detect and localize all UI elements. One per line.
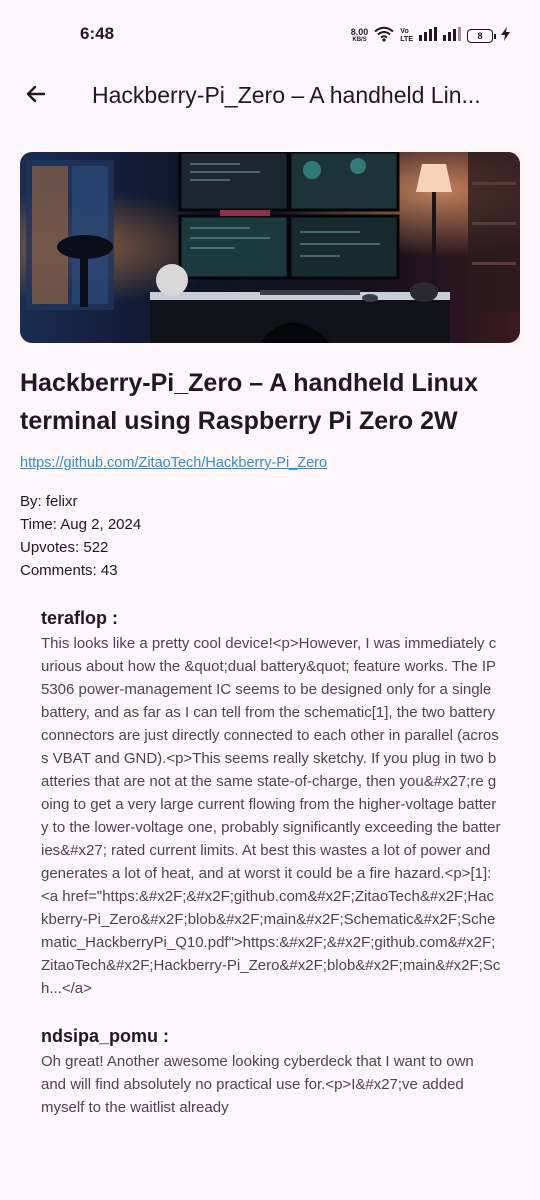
comment-list: teraflop : This looks like a pretty cool…	[41, 606, 501, 1143]
story-link[interactable]: https://github.com/ZitaoTech/Hackberry-P…	[20, 455, 327, 471]
volte-top: Vo	[400, 28, 409, 35]
signal-icon	[419, 26, 437, 46]
bolt-icon	[501, 26, 510, 46]
network-speed-value: 8.00	[350, 27, 369, 37]
story-author: By: felixr	[20, 493, 78, 510]
status-time: 6:48	[80, 24, 115, 43]
battery-indicator: 8	[467, 29, 496, 43]
volte-indicator: Vo LTE	[400, 28, 413, 44]
story-title: Hackberry-Pi_Zero – A handheld Linux ter…	[20, 369, 478, 435]
app-bar-title: Hackberry-Pi_Zero – A handheld Lin...	[92, 82, 481, 108]
network-speed-unit: KB/S	[352, 37, 367, 43]
scroll-fade	[0, 1170, 540, 1200]
story-comment-count: Comments: 43	[20, 562, 118, 579]
story-hero-image	[20, 152, 520, 343]
comment-author: teraflop :	[41, 608, 119, 628]
signal-icon	[443, 26, 461, 46]
back-button[interactable]	[18, 78, 54, 114]
volte-bottom: LTE	[400, 36, 413, 43]
network-speed: 8.00 KB/S	[351, 28, 369, 44]
status-icons: 8.00 KB/S Vo LTE 8	[351, 24, 510, 48]
comment-text: This looks like a pretty cool device!<p>…	[41, 635, 501, 997]
app-bar: Hackberry-Pi_Zero – A handheld Lin...	[0, 72, 540, 120]
story-upvotes: Upvotes: 522	[20, 539, 109, 556]
comment-text: Oh great! Another awesome looking cyberd…	[41, 1053, 474, 1116]
comment-author: ndsipa_pomu :	[41, 1026, 170, 1046]
wifi-icon	[374, 26, 394, 47]
story-time: Time: Aug 2, 2024	[20, 516, 142, 533]
arrow-back-icon	[24, 82, 48, 111]
comment-item[interactable]: teraflop : This looks like a pretty cool…	[41, 606, 501, 1000]
story-meta: By: felixr Time: Aug 2, 2024 Upvotes: 52…	[20, 490, 141, 582]
status-bar: 6:48 8.00 KB/S Vo LTE 8	[0, 0, 540, 72]
comment-item[interactable]: ndsipa_pomu : Oh great! Another awesome …	[41, 1024, 501, 1119]
